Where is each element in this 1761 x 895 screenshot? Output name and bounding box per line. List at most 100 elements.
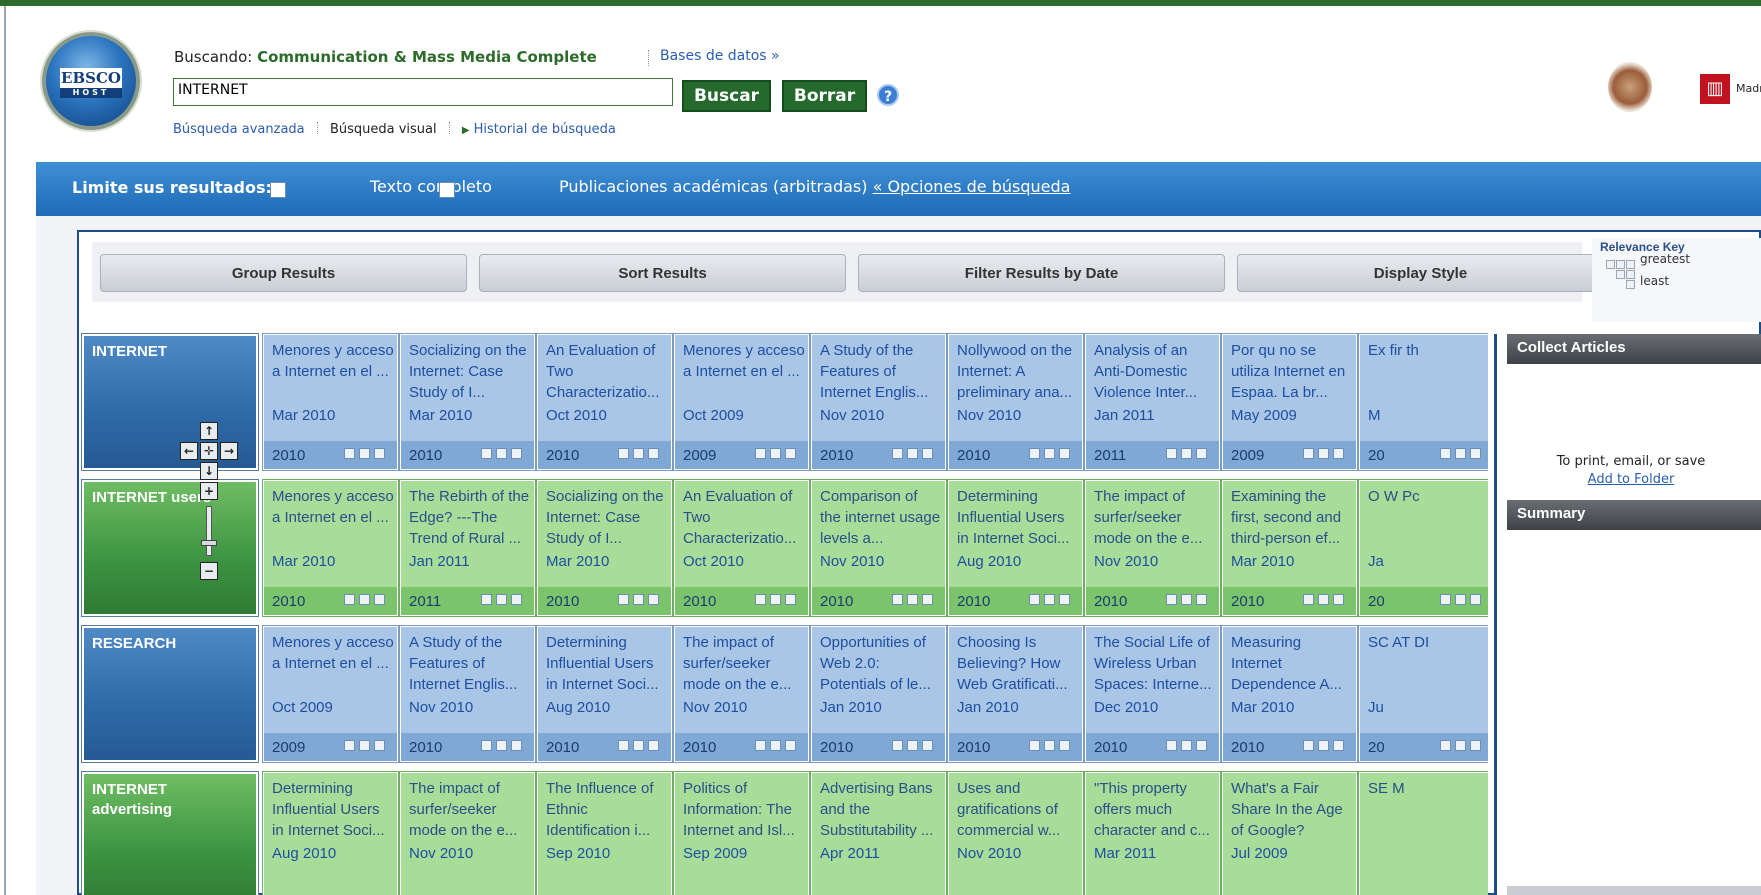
result-cell[interactable]: What's a Fair Share In the Age of Google…: [1221, 771, 1358, 895]
result-cell[interactable]: Menores y acceso a Internet en el ... Oct…: [262, 625, 399, 763]
limit-results-bar: Limite sus resultados: Texto completo Pu…: [36, 162, 1761, 216]
visual-search-link[interactable]: Búsqueda visual: [330, 122, 437, 137]
article-date: Mar 2010: [546, 553, 610, 570]
result-cell[interactable]: Analysis of an Anti-Domestic Violence In…: [1084, 333, 1221, 471]
result-cell[interactable]: Socializing on the Internet: Case Study …: [536, 479, 673, 617]
article-date: M: [1368, 407, 1381, 424]
zoom-slider[interactable]: [206, 506, 212, 556]
limit-label: Limite sus resultados:: [72, 178, 272, 197]
relevance-square-icon: [374, 594, 385, 605]
result-cell[interactable]: The impact of surfer/seeker mode on the …: [673, 625, 810, 763]
search-input[interactable]: INTERNET: [173, 78, 673, 106]
relevance-square-icon: [1196, 448, 1207, 459]
result-cell[interactable]: Por qu no se utiliza Internet en Espaa. …: [1221, 333, 1358, 471]
search-button[interactable]: Buscar: [682, 80, 771, 112]
result-cell[interactable]: Determining Influential Users in Interne…: [536, 625, 673, 763]
display-style-button[interactable]: Display Style: [1237, 254, 1604, 292]
cell-footer: 2010: [675, 587, 808, 615]
relevance-square-icon: [1044, 740, 1055, 751]
result-cell[interactable]: The impact of surfer/seeker mode on the …: [1084, 479, 1221, 617]
result-cell[interactable]: An Evaluation of Two Characterizatio... O…: [673, 479, 810, 617]
result-cell[interactable]: Menores y acceso a Internet en el ... Mar…: [262, 479, 399, 617]
result-cell[interactable]: O W Pc Ja 20: [1358, 479, 1488, 617]
result-cell[interactable]: The Social Life of Wireless Urban Spaces…: [1084, 625, 1221, 763]
academic-checkbox[interactable]: [439, 182, 455, 198]
search-history-link[interactable]: Historial de búsqueda: [474, 122, 616, 137]
article-title: Determining Influential Users in Interne…: [272, 780, 385, 839]
article-date: Sep 2009: [683, 845, 748, 862]
zoom-slider-handle[interactable]: [201, 540, 217, 546]
article-date: Jul 2009: [1231, 845, 1288, 862]
row-label[interactable]: RESEARCH: [81, 625, 259, 763]
article-year: 2010: [683, 739, 717, 756]
relevance-square-icon: [359, 448, 370, 459]
article-date: Nov 2010: [957, 407, 1022, 424]
pan-down-icon[interactable]: ↓: [200, 462, 218, 480]
relevance-square-icon: [374, 448, 385, 459]
filter-date-button[interactable]: Filter Results by Date: [858, 254, 1225, 292]
article-title: The Rebirth of the Edge? ---The Trend of…: [409, 488, 530, 547]
article-year: 2010: [1231, 593, 1265, 610]
relevance-square-icon: [344, 740, 355, 751]
full-text-checkbox[interactable]: [270, 182, 286, 198]
result-cell[interactable]: Determining Influential Users in Interne…: [947, 479, 1084, 617]
sort-results-button[interactable]: Sort Results: [479, 254, 846, 292]
help-icon[interactable]: ?: [877, 84, 899, 106]
result-cell[interactable]: Advertising Bans and the Substitutabilit…: [810, 771, 947, 895]
group-results-button[interactable]: Group Results: [100, 254, 467, 292]
zoom-in-icon[interactable]: +: [200, 482, 218, 500]
result-cell[interactable]: Uses and gratifications of commercial w.…: [947, 771, 1084, 895]
relevance-square-icon: [1044, 448, 1055, 459]
add-to-folder-link[interactable]: Add to Folder: [1511, 472, 1751, 487]
article-date: Jan 2011: [409, 553, 470, 570]
article-date: Apr 2011: [820, 845, 880, 862]
result-cell[interactable]: Comparison of the internet usage levels …: [810, 479, 947, 617]
result-cell[interactable]: Choosing Is Believing? How Web Gratifica…: [947, 625, 1084, 763]
result-cell[interactable]: Opportunities of Web 2.0: Potentials of …: [810, 625, 947, 763]
result-cell[interactable]: The impact of surfer/seeker mode on the …: [399, 771, 536, 895]
clear-button[interactable]: Borrar: [782, 80, 867, 112]
result-cell[interactable]: Socializing on the Internet: Case Study …: [399, 333, 536, 471]
databases-link[interactable]: Bases de datos »: [660, 48, 780, 64]
article-date: Jan 2010: [957, 699, 1019, 716]
relevance-square-icon: [1044, 594, 1055, 605]
article-title: Measuring Internet Dependence A...: [1231, 634, 1342, 693]
result-cell[interactable]: A Study of the Features of Internet Engl…: [399, 625, 536, 763]
result-cell[interactable]: Ex fir th M 20: [1358, 333, 1488, 471]
result-cell[interactable]: SC AT DI Ju 20: [1358, 625, 1488, 763]
pan-right-icon[interactable]: →: [220, 442, 238, 460]
article-title: Choosing Is Believing? How Web Gratifica…: [957, 634, 1068, 693]
zoom-out-icon[interactable]: −: [200, 562, 218, 580]
relevance-square-icon: [1626, 280, 1635, 289]
result-cell[interactable]: Determining Influential Users in Interne…: [262, 771, 399, 895]
result-cell[interactable]: Politics of Information: The Internet an…: [673, 771, 810, 895]
article-title: Uses and gratifications of commercial w.…: [957, 780, 1061, 839]
ebsco-logo[interactable]: EBSCO HOST: [42, 32, 140, 130]
pan-left-icon[interactable]: ←: [180, 442, 198, 460]
results-grid: INTERNET Menores y acceso a Internet en e…: [80, 332, 1488, 895]
article-date: Mar 2010: [272, 407, 336, 424]
result-cell[interactable]: Measuring Internet Dependence A... Mar 20…: [1221, 625, 1358, 763]
result-cell[interactable]: The Rebirth of the Edge? ---The Trend of…: [399, 479, 536, 617]
result-cell[interactable]: An Evaluation of Two Characterizatio... O…: [536, 333, 673, 471]
cell-footer: 2010: [538, 733, 671, 761]
result-cell[interactable]: A Study of the Features of Internet Engl…: [810, 333, 947, 471]
result-cell[interactable]: "This property offers much character and…: [1084, 771, 1221, 895]
result-cell[interactable]: Menores y acceso a Internet en el ... Mar…: [262, 333, 399, 471]
result-cell[interactable]: Nollywood on the Internet: A preliminary…: [947, 333, 1084, 471]
result-cell[interactable]: Examining the first, second and third-pe…: [1221, 479, 1358, 617]
row-label[interactable]: INTERNET advertising: [81, 771, 259, 895]
pan-center-icon[interactable]: ✛: [200, 442, 218, 460]
result-cell[interactable]: Menores y acceso a Internet en el ... Oct…: [673, 333, 810, 471]
search-options-link[interactable]: « Opciones de búsqueda: [873, 177, 1071, 196]
article-date: Sep 2010: [546, 845, 611, 862]
relevance-square-icon: [618, 740, 629, 751]
advanced-search-link[interactable]: Búsqueda avanzada: [173, 122, 305, 137]
relevance-key: Relevance Key greatest least: [1592, 238, 1761, 322]
academic-label: Publicaciones académicas (arbitradas) « …: [559, 177, 1071, 196]
result-cell[interactable]: SE M: [1358, 771, 1488, 895]
cell-footer: 2010: [264, 587, 397, 615]
relevance-square-icon: [481, 448, 492, 459]
pan-up-icon[interactable]: ↑: [200, 422, 218, 440]
result-cell[interactable]: The Influence of Ethnic Identification i…: [536, 771, 673, 895]
